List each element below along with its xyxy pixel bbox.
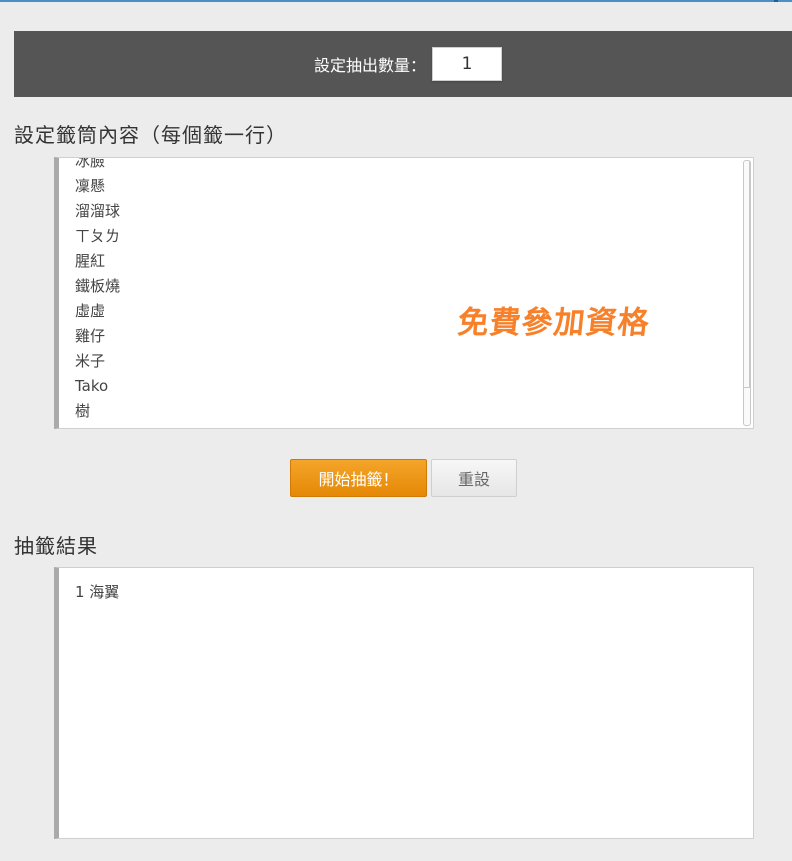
top-accent-line [0, 0, 792, 2]
count-input[interactable] [432, 47, 502, 81]
list-scrollbar-thumb[interactable] [744, 161, 750, 387]
result-textarea[interactable]: 1 海翼 [54, 567, 754, 839]
list-entry: 溜溜球 [75, 202, 121, 220]
list-entry: 米子 [75, 352, 106, 370]
list-entry: 鐵板燒 [75, 277, 121, 295]
list-entry: Tako [75, 377, 109, 395]
count-label: 設定抽出數量： [313, 56, 426, 75]
list-entry: 虛虛 [75, 302, 106, 320]
list-entry: 雞仔 [75, 327, 106, 345]
reset-button[interactable]: 重設 [431, 459, 517, 497]
result-text: 1 海翼 [75, 583, 120, 601]
list-section-title: 設定籤筒內容（每個籤一行） [14, 123, 287, 147]
list-entry: ㄒㄆㄌ [75, 227, 121, 245]
list-entry: 冰臉 [75, 157, 106, 170]
result-section-title: 抽籤結果 [14, 534, 98, 558]
list-scrollbar-thumb-end [744, 387, 750, 388]
start-draw-button[interactable]: 開始抽籤！ [290, 459, 427, 497]
watermark-text: 免費參加資格 [455, 305, 652, 341]
list-entry: 腥紅 [75, 252, 106, 270]
list-entry: 樹 [75, 402, 91, 420]
top-accent-mark [774, 0, 778, 2]
list-scrollbar[interactable] [743, 160, 751, 426]
lottery-list-content: 冰臉 凜懸 溜溜球 ㄒㄆㄌ 腥紅 鐵板燒 虛虛 雞仔 米子 Tako 樹 [75, 157, 121, 424]
settings-bar: 設定抽出數量： [14, 31, 792, 97]
list-entry: 凜懸 [75, 177, 106, 195]
lottery-list-textarea[interactable]: 冰臉 凜懸 溜溜球 ㄒㄆㄌ 腥紅 鐵板燒 虛虛 雞仔 米子 Tako 樹 [54, 157, 754, 429]
